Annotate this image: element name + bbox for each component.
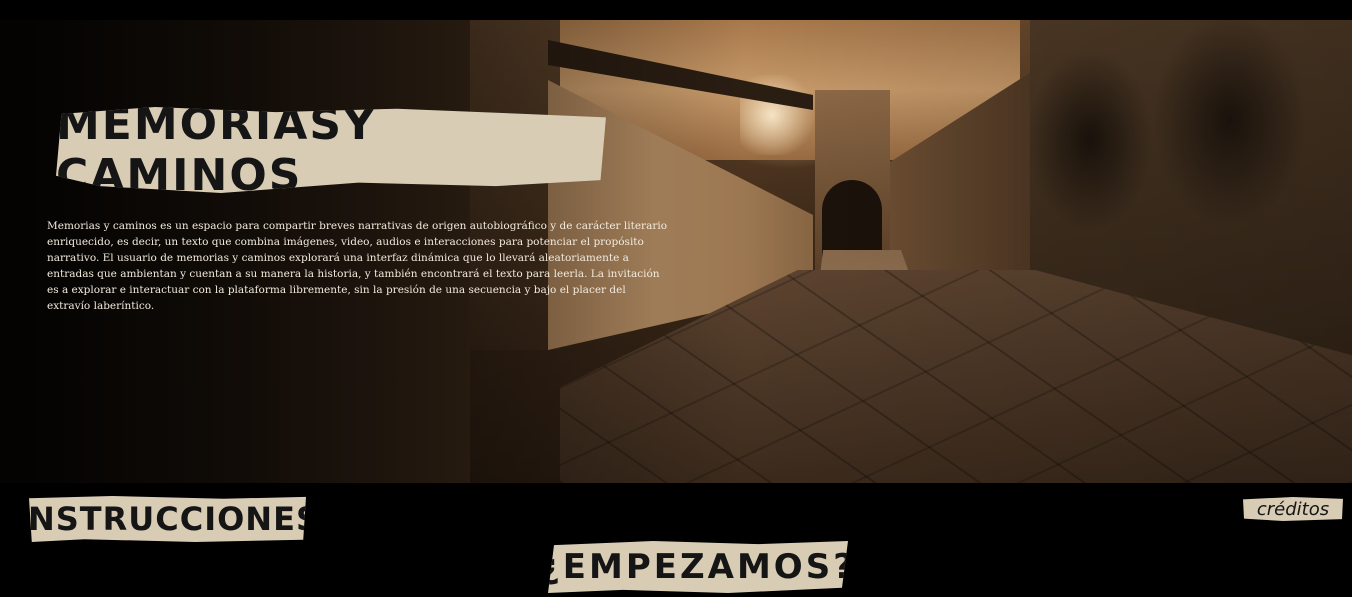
site-description: Memorias y caminos es un espacio para co… [47, 220, 668, 312]
instrucciones-button[interactable]: INSTRUCCIONES [29, 496, 306, 542]
instrucciones-label: INSTRUCCIONES [15, 500, 320, 538]
empezamos-button[interactable]: ¿EMPEZAMOS? [548, 541, 848, 593]
creditos-label: créditos [1256, 498, 1330, 520]
creditos-button[interactable]: créditos [1243, 497, 1343, 521]
empezamos-label: ¿EMPEZAMOS? [540, 547, 856, 587]
site-title: MEMORIASY CAMINOS [56, 107, 606, 193]
